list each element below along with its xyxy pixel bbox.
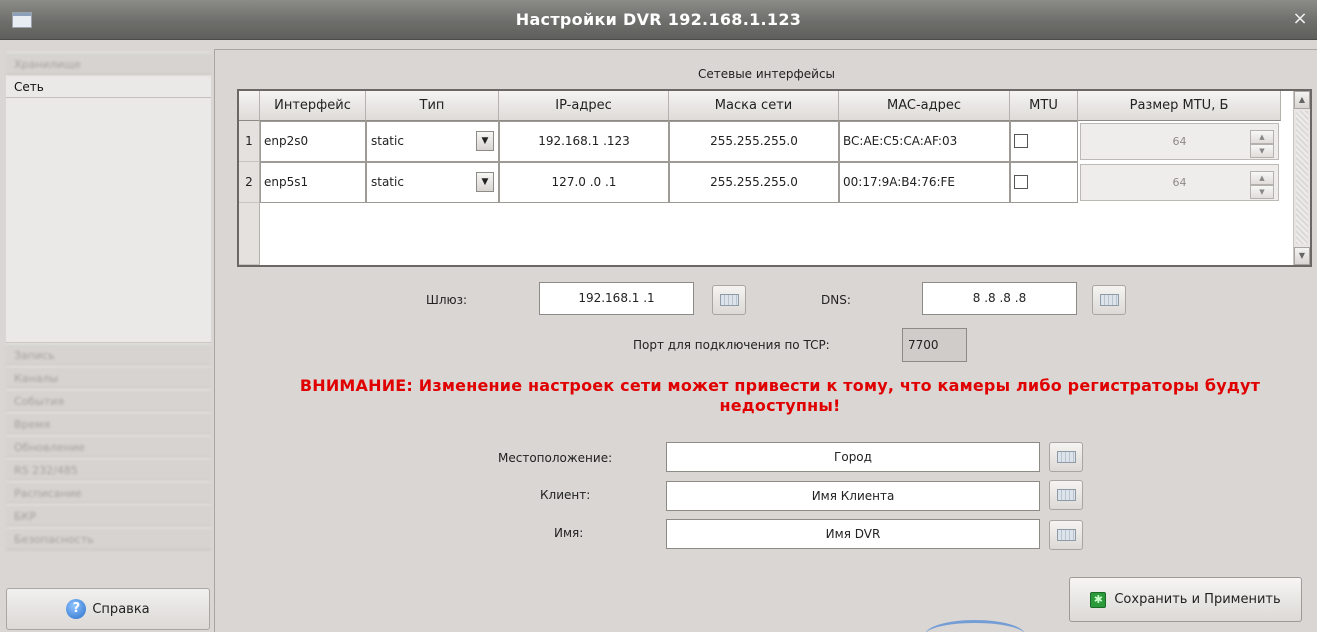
stepper-buttons: ▲ ▼ xyxy=(1250,130,1274,158)
name-field[interactable]: Имя DVR xyxy=(666,519,1040,549)
stepper-down-icon[interactable]: ▼ xyxy=(1250,185,1274,199)
network-settings-panel: Сетевые интерфейсы Интерфейс Тип IP-адре… xyxy=(214,49,1317,632)
type-select-value: static xyxy=(371,134,404,148)
interface-cell[interactable]: enp5s1 xyxy=(260,162,366,203)
type-select[interactable]: static ▼ xyxy=(366,162,499,203)
type-select-value: static xyxy=(371,175,404,189)
help-button[interactable]: ? Справка xyxy=(6,588,210,630)
mtu-checkbox[interactable] xyxy=(1014,134,1028,148)
tcp-port-field[interactable]: 7700 xyxy=(902,328,967,362)
sidebar-item-network[interactable]: Сеть xyxy=(6,75,211,98)
window-title: Настройки DVR 192.168.1.123 xyxy=(515,10,802,29)
scrollbar-track[interactable] xyxy=(1296,111,1308,244)
sidebar-item-schedule[interactable]: Расписание xyxy=(6,481,211,504)
mtu-size-stepper[interactable]: 64 ▲ ▼ xyxy=(1080,123,1279,160)
gateway-keyboard-button[interactable] xyxy=(712,285,746,315)
row-header-empty xyxy=(239,203,260,265)
stepper-up-icon[interactable]: ▲ xyxy=(1250,130,1274,144)
header-mtu-size[interactable]: Размер MTU, Б xyxy=(1078,91,1281,121)
mtu-size-value: 64 xyxy=(1172,135,1187,148)
dns-keyboard-button[interactable] xyxy=(1092,285,1126,315)
save-and-apply-button[interactable]: ✱ Сохранить и Применить xyxy=(1069,577,1302,622)
interface-cell[interactable]: enp2s0 xyxy=(260,121,366,162)
location-field[interactable]: Город xyxy=(666,442,1040,472)
scroll-down-icon[interactable]: ▼ xyxy=(1294,247,1310,265)
keyboard-icon xyxy=(720,294,739,306)
mtu-size-stepper[interactable]: 64 ▲ ▼ xyxy=(1080,164,1279,201)
stepper-up-icon[interactable]: ▲ xyxy=(1250,171,1274,185)
sidebar-item-events[interactable]: События xyxy=(6,389,211,412)
ip-address-field[interactable]: 192.168.1 .123 xyxy=(499,121,669,162)
network-warning-text: ВНИМАНИЕ: Изменение настроек сети может … xyxy=(299,376,1261,415)
type-select[interactable]: static ▼ xyxy=(366,121,499,162)
sidebar-item-update[interactable]: Обновление xyxy=(6,435,211,458)
row-number: 2 xyxy=(239,162,260,203)
gateway-field[interactable]: 192.168.1 .1 xyxy=(539,282,694,315)
sidebar-item-storage[interactable]: Хранилище xyxy=(6,52,211,75)
save-and-apply-label: Сохранить и Применить xyxy=(1114,592,1281,607)
network-interfaces-caption: Сетевые интерфейсы xyxy=(697,67,836,81)
sidebar-item-rs232[interactable]: RS 232/485 xyxy=(6,458,211,481)
mtu-cell xyxy=(1010,162,1078,203)
header-mask[interactable]: Маска сети xyxy=(669,91,839,121)
dropdown-arrow-icon[interactable]: ▼ xyxy=(476,131,494,151)
sidebar-item-recording[interactable]: Запись xyxy=(6,343,211,366)
tcp-port-label: Порт для подключения по TCP: xyxy=(633,338,830,352)
keyboard-icon xyxy=(1057,529,1076,541)
sidebar-content-area xyxy=(6,98,211,343)
save-icon: ✱ xyxy=(1090,591,1107,608)
help-label: Справка xyxy=(92,601,150,617)
dns-label: DNS: xyxy=(821,293,851,307)
sidebar-item-bkr[interactable]: БКР xyxy=(6,504,211,527)
location-label: Местоположение: xyxy=(498,451,613,465)
keyboard-icon xyxy=(1057,451,1076,463)
title-bar: Настройки DVR 192.168.1.123 × xyxy=(0,0,1317,40)
sidebar-item-security[interactable]: Безопасность xyxy=(6,527,211,550)
mtu-checkbox[interactable] xyxy=(1014,175,1028,189)
ip-address-field[interactable]: 127.0 .0 .1 xyxy=(499,162,669,203)
close-icon[interactable]: × xyxy=(1291,9,1309,29)
name-label: Имя: xyxy=(554,526,584,540)
dns-field[interactable]: 8 .8 .8 .8 xyxy=(922,282,1077,315)
name-keyboard-button[interactable] xyxy=(1049,520,1083,550)
sidebar: Хранилище Сеть Запись Каналы События Вре… xyxy=(6,52,211,632)
stepper-buttons: ▲ ▼ xyxy=(1250,171,1274,199)
sidebar-item-time[interactable]: Время xyxy=(6,412,211,435)
sidebar-item-channels[interactable]: Каналы xyxy=(6,366,211,389)
client-label: Клиент: xyxy=(540,488,591,502)
dropdown-arrow-icon[interactable]: ▼ xyxy=(476,172,494,192)
netmask-field[interactable]: 255.255.255.0 xyxy=(669,121,839,162)
help-icon: ? xyxy=(66,599,87,619)
netmask-field[interactable]: 255.255.255.0 xyxy=(669,162,839,203)
header-ip[interactable]: IP-адрес xyxy=(499,91,669,121)
row-number: 1 xyxy=(239,121,260,162)
scroll-up-icon[interactable]: ▲ xyxy=(1294,91,1310,109)
keyboard-icon xyxy=(1100,294,1119,306)
keyboard-icon xyxy=(1057,489,1076,501)
header-mtu[interactable]: MTU xyxy=(1010,91,1078,121)
network-interfaces-table: Интерфейс Тип IP-адрес Маска сети MAC-ад… xyxy=(237,89,1312,267)
table-scrollbar[interactable]: ▲ ▼ xyxy=(1293,91,1310,265)
decorative-arc xyxy=(925,620,1025,632)
mtu-cell xyxy=(1010,121,1078,162)
gateway-label: Шлюз: xyxy=(426,293,468,307)
header-type[interactable]: Тип xyxy=(366,91,499,121)
location-keyboard-button[interactable] xyxy=(1049,442,1083,472)
header-mac[interactable]: MAC-адрес xyxy=(839,91,1010,121)
client-field[interactable]: Имя Клиента xyxy=(666,481,1040,511)
row-number-header xyxy=(239,91,260,121)
mac-address-cell[interactable]: BC:AE:C5:CA:AF:03 xyxy=(839,121,1010,162)
mac-address-cell[interactable]: 00:17:9A:B4:76:FE xyxy=(839,162,1010,203)
header-interface[interactable]: Интерфейс xyxy=(260,91,366,121)
stepper-down-icon[interactable]: ▼ xyxy=(1250,144,1274,158)
client-keyboard-button[interactable] xyxy=(1049,480,1083,510)
mtu-size-value: 64 xyxy=(1172,176,1187,189)
